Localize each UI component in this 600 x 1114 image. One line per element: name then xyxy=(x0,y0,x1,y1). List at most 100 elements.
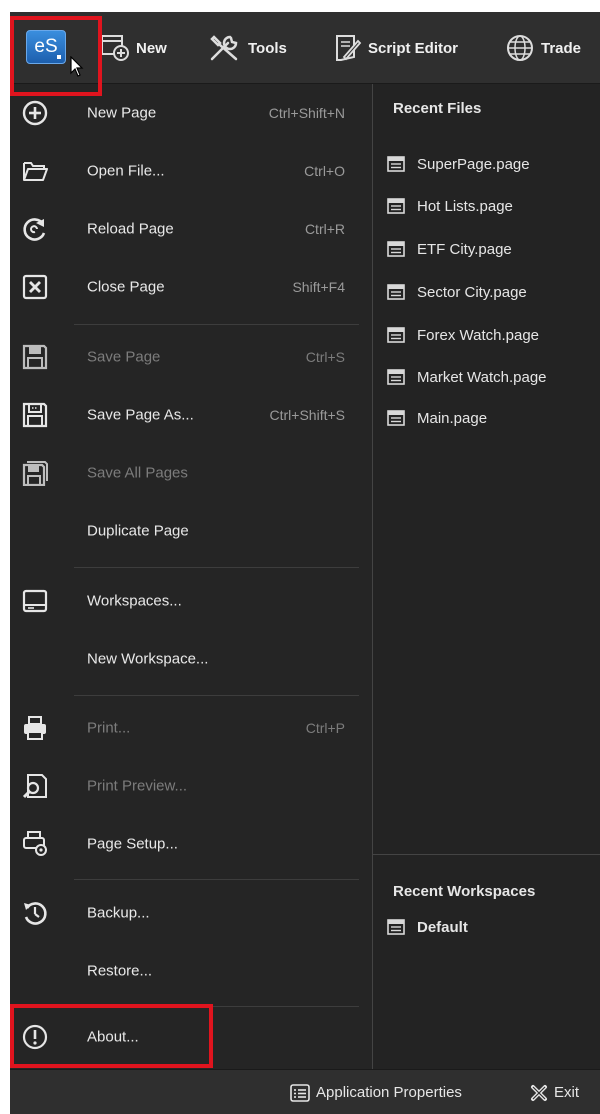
recent-file-label: Market Watch.page xyxy=(417,368,547,386)
menu-item-save-page-as[interactable]: Save Page As... Ctrl+Shift+S xyxy=(10,386,373,444)
menu-separator xyxy=(74,1006,359,1007)
recent-file-item[interactable]: Forex Watch.page xyxy=(387,319,539,351)
app-window: eS New Tools Script Editor Trade New Pag… xyxy=(10,12,600,1114)
folder-open-icon xyxy=(23,162,48,181)
recent-files-title: Recent Files xyxy=(393,100,482,117)
menu-item-shortcut: Shift+F4 xyxy=(292,279,345,295)
recent-file-item[interactable]: ETF City.page xyxy=(387,233,512,265)
menu-item-new-page[interactable]: New Page Ctrl+Shift+N xyxy=(10,84,373,142)
backup-icon xyxy=(24,902,47,925)
save-all-icon xyxy=(22,461,48,486)
toolbar-tools-label: Tools xyxy=(248,39,287,57)
menu-item-restore[interactable]: Restore... xyxy=(10,942,373,1000)
menu-item-open-file[interactable]: Open File... Ctrl+O xyxy=(10,142,373,200)
menu-item-shortcut: Ctrl+O xyxy=(304,163,345,179)
printer-icon xyxy=(24,716,46,740)
menu-item-label: Close Page xyxy=(87,278,165,296)
menu-separator xyxy=(74,879,359,880)
toolbar-script-editor-label: Script Editor xyxy=(368,39,459,57)
properties-icon xyxy=(290,1083,310,1102)
menu-item-label: New Page xyxy=(87,104,157,122)
application-properties-button[interactable]: Application Properties xyxy=(290,1070,462,1114)
toolbar-trade-label: Trade xyxy=(541,39,582,57)
menu-item-print[interactable]: Print... Ctrl+P xyxy=(10,699,373,757)
toolbar-new-label: New xyxy=(136,39,167,57)
menu-item-label: Print Preview... xyxy=(87,777,188,795)
page-file-icon xyxy=(387,241,405,257)
recent-file-label: Hot Lists.page xyxy=(417,197,513,215)
dropdown-indicator-icon xyxy=(57,55,61,59)
workspace-icon xyxy=(22,589,48,613)
app-menu-button-label: eS xyxy=(34,36,58,57)
page-setup-icon xyxy=(23,831,47,856)
recent-file-label: Main.page xyxy=(417,409,488,427)
exit-button[interactable]: Exit xyxy=(530,1070,579,1114)
menu-item-label: New Workspace... xyxy=(87,650,209,668)
recent-file-label: Sector City.page xyxy=(417,283,527,301)
info-circle-icon xyxy=(22,1024,48,1050)
exit-x-icon xyxy=(531,1084,547,1101)
save-icon xyxy=(22,344,48,370)
workspace-file-icon xyxy=(387,919,405,935)
tools-icon xyxy=(210,35,238,61)
toolbar: eS New Tools Script Editor Trade xyxy=(10,12,600,84)
recent-file-item[interactable]: Main.page xyxy=(387,402,487,434)
menu-item-label: Save All Pages xyxy=(87,464,188,482)
menu-item-print-preview[interactable]: Print Preview... xyxy=(10,757,373,815)
application-properties-label: Application Properties xyxy=(316,1084,462,1101)
app-menu-button[interactable]: eS xyxy=(26,30,66,64)
close-box-icon xyxy=(22,274,48,300)
toolbar-new-button[interactable]: New xyxy=(100,12,167,84)
menu-item-shortcut: Ctrl+Shift+N xyxy=(268,105,345,121)
page-file-icon xyxy=(387,284,405,300)
recent-workspaces-title: Recent Workspaces xyxy=(393,883,536,900)
save-as-icon xyxy=(22,402,48,428)
new-page-icon xyxy=(101,35,129,61)
recent-file-item[interactable]: Sector City.page xyxy=(387,276,527,308)
menu-separator xyxy=(74,324,359,325)
page-file-icon xyxy=(387,156,405,172)
page-file-icon xyxy=(387,369,405,385)
menu-item-save-all-pages[interactable]: Save All Pages xyxy=(10,444,373,502)
menu-separator xyxy=(74,695,359,696)
menu-item-shortcut: Ctrl+S xyxy=(305,349,345,365)
toolbar-trade-button[interactable]: Trade xyxy=(505,12,581,84)
menu-item-label: Save Page As... xyxy=(87,406,194,424)
file-menu: New Page Ctrl+Shift+N Open File... Ctrl+… xyxy=(10,84,373,1069)
script-editor-icon xyxy=(336,35,362,61)
recent-file-item[interactable]: SuperPage.page xyxy=(387,148,530,180)
menu-item-save-page[interactable]: Save Page Ctrl+S xyxy=(10,328,373,386)
menu-item-shortcut: Ctrl+R xyxy=(304,221,345,237)
menu-item-label: About... xyxy=(87,1028,139,1046)
toolbar-script-editor-button[interactable]: Script Editor xyxy=(332,12,458,84)
page-file-icon xyxy=(387,410,405,426)
menu-item-shortcut: Ctrl+Shift+S xyxy=(269,407,345,423)
menu-item-label: Reload Page xyxy=(87,220,174,238)
reload-icon xyxy=(23,218,46,241)
menu-item-label: Page Setup... xyxy=(87,835,178,853)
menu-item-label: Open File... xyxy=(87,162,165,180)
menu-item-workspaces[interactable]: Workspaces... xyxy=(10,572,373,630)
menu-item-close-page[interactable]: Close Page Shift+F4 xyxy=(10,258,373,316)
status-bar: Application Properties Exit xyxy=(10,1069,600,1114)
menu-item-label: Duplicate Page xyxy=(87,522,189,540)
menu-item-reload-page[interactable]: Reload Page Ctrl+R xyxy=(10,200,373,258)
menu-item-label: Save Page xyxy=(87,348,161,366)
menu-item-duplicate-page[interactable]: Duplicate Page xyxy=(10,502,373,560)
recent-file-label: Forex Watch.page xyxy=(417,326,539,344)
plus-circle-icon xyxy=(22,100,48,126)
page-file-icon xyxy=(387,327,405,343)
toolbar-tools-button[interactable]: Tools xyxy=(208,12,287,84)
menu-item-new-workspace[interactable]: New Workspace... xyxy=(10,630,373,688)
menu-item-backup[interactable]: Backup... xyxy=(10,884,373,942)
menu-item-page-setup[interactable]: Page Setup... xyxy=(10,815,373,873)
menu-item-label: Print... xyxy=(87,719,131,737)
recent-workspace-item[interactable]: Default xyxy=(387,911,468,943)
menu-item-about[interactable]: About... xyxy=(10,1008,373,1066)
recent-file-item[interactable]: Market Watch.page xyxy=(387,361,547,393)
trade-globe-icon xyxy=(507,35,533,61)
recent-file-item[interactable]: Hot Lists.page xyxy=(387,190,513,222)
recent-files-panel: Recent Files SuperPage.page Hot Lists.pa… xyxy=(373,84,600,854)
menu-item-shortcut: Ctrl+P xyxy=(305,720,345,736)
recent-file-label: ETF City.page xyxy=(417,240,512,258)
